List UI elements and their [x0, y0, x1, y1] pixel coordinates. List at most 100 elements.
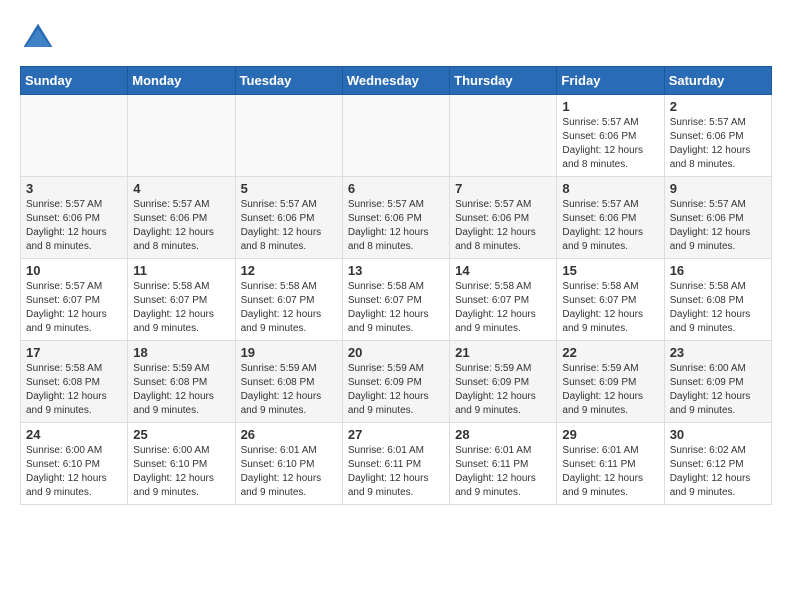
day-detail: Sunrise: 5:57 AM Sunset: 6:06 PM Dayligh…	[562, 116, 658, 172]
logo	[20, 20, 62, 56]
day-number: 29	[562, 427, 658, 442]
calendar: SundayMondayTuesdayWednesdayThursdayFrid…	[20, 66, 772, 505]
calendar-cell: 13 Sunrise: 5:58 AM Sunset: 6:07 PM Dayli…	[342, 259, 449, 341]
calendar-cell: 22 Sunrise: 5:59 AM Sunset: 6:09 PM Dayli…	[557, 341, 664, 423]
day-number: 7	[455, 181, 551, 196]
calendar-week-3: 10 Sunrise: 5:57 AM Sunset: 6:07 PM Dayli…	[21, 259, 772, 341]
calendar-cell: 24 Sunrise: 6:00 AM Sunset: 6:10 PM Dayli…	[21, 423, 128, 505]
day-detail: Sunrise: 5:59 AM Sunset: 6:09 PM Dayligh…	[348, 362, 444, 418]
day-number: 3	[26, 181, 122, 196]
calendar-cell: 3Sunrise: 5:57 AM Sunset: 6:06 PM Daylig…	[21, 177, 128, 259]
calendar-cell: 20Sunrise: 5:59 AM Sunset: 6:09 PM Dayli…	[342, 341, 449, 423]
day-detail: Sunrise: 5:57 AM Sunset: 6:07 PM Dayligh…	[26, 280, 122, 336]
day-header-wednesday: Wednesday	[342, 67, 449, 95]
day-header-tuesday: Tuesday	[235, 67, 342, 95]
day-detail: Sunrise: 6:00 AM Sunset: 6:10 PM Dayligh…	[26, 444, 122, 500]
day-number: 5	[241, 181, 337, 196]
calendar-cell: 8 Sunrise: 5:57 AM Sunset: 6:06 PM Daylig…	[557, 177, 664, 259]
day-detail: Sunrise: 6:01 AM Sunset: 6:10 PM Dayligh…	[241, 444, 337, 500]
day-number: 13	[348, 263, 444, 278]
day-number: 1	[562, 99, 658, 114]
day-number: 15	[562, 263, 658, 278]
calendar-header-row: SundayMondayTuesdayWednesdayThursdayFrid…	[21, 67, 772, 95]
calendar-week-5: 24 Sunrise: 6:00 AM Sunset: 6:10 PM Dayli…	[21, 423, 772, 505]
calendar-cell	[21, 95, 128, 177]
day-detail: Sunrise: 5:58 AM Sunset: 6:07 PM Dayligh…	[348, 280, 444, 336]
calendar-cell: 17Sunrise: 5:58 AM Sunset: 6:08 PM Dayli…	[21, 341, 128, 423]
day-detail: Sunrise: 5:58 AM Sunset: 6:07 PM Dayligh…	[455, 280, 551, 336]
day-number: 2	[670, 99, 766, 114]
day-number: 14	[455, 263, 551, 278]
calendar-cell: 6 Sunrise: 5:57 AM Sunset: 6:06 PM Daylig…	[342, 177, 449, 259]
calendar-cell: 21 Sunrise: 5:59 AM Sunset: 6:09 PM Dayli…	[450, 341, 557, 423]
day-number: 11	[133, 263, 229, 278]
day-number: 22	[562, 345, 658, 360]
calendar-cell: 18 Sunrise: 5:59 AM Sunset: 6:08 PM Dayli…	[128, 341, 235, 423]
calendar-cell: 11 Sunrise: 5:58 AM Sunset: 6:07 PM Dayli…	[128, 259, 235, 341]
calendar-cell	[342, 95, 449, 177]
day-detail: Sunrise: 5:57 AM Sunset: 6:06 PM Dayligh…	[348, 198, 444, 254]
day-number: 25	[133, 427, 229, 442]
day-number: 19	[241, 345, 337, 360]
day-detail: Sunrise: 6:00 AM Sunset: 6:10 PM Dayligh…	[133, 444, 229, 500]
calendar-cell: 1 Sunrise: 5:57 AM Sunset: 6:06 PM Daylig…	[557, 95, 664, 177]
calendar-cell: 12 Sunrise: 5:58 AM Sunset: 6:07 PM Dayli…	[235, 259, 342, 341]
day-detail: Sunrise: 5:58 AM Sunset: 6:07 PM Dayligh…	[562, 280, 658, 336]
day-header-sunday: Sunday	[21, 67, 128, 95]
calendar-cell: 4 Sunrise: 5:57 AM Sunset: 6:06 PM Daylig…	[128, 177, 235, 259]
day-number: 26	[241, 427, 337, 442]
day-header-saturday: Saturday	[664, 67, 771, 95]
day-number: 16	[670, 263, 766, 278]
calendar-week-4: 17Sunrise: 5:58 AM Sunset: 6:08 PM Dayli…	[21, 341, 772, 423]
day-detail: Sunrise: 5:57 AM Sunset: 6:06 PM Dayligh…	[562, 198, 658, 254]
calendar-cell: 14 Sunrise: 5:58 AM Sunset: 6:07 PM Dayli…	[450, 259, 557, 341]
day-number: 18	[133, 345, 229, 360]
day-number: 17	[26, 345, 122, 360]
day-detail: Sunrise: 5:58 AM Sunset: 6:07 PM Dayligh…	[133, 280, 229, 336]
day-detail: Sunrise: 6:02 AM Sunset: 6:12 PM Dayligh…	[670, 444, 766, 500]
day-header-monday: Monday	[128, 67, 235, 95]
day-detail: Sunrise: 5:58 AM Sunset: 6:07 PM Dayligh…	[241, 280, 337, 336]
day-number: 21	[455, 345, 551, 360]
calendar-cell: 10 Sunrise: 5:57 AM Sunset: 6:07 PM Dayli…	[21, 259, 128, 341]
day-detail: Sunrise: 5:59 AM Sunset: 6:09 PM Dayligh…	[562, 362, 658, 418]
calendar-cell: 29 Sunrise: 6:01 AM Sunset: 6:11 PM Dayli…	[557, 423, 664, 505]
calendar-cell: 7 Sunrise: 5:57 AM Sunset: 6:06 PM Daylig…	[450, 177, 557, 259]
calendar-cell: 28 Sunrise: 6:01 AM Sunset: 6:11 PM Dayli…	[450, 423, 557, 505]
calendar-cell: 9Sunrise: 5:57 AM Sunset: 6:06 PM Daylig…	[664, 177, 771, 259]
day-number: 23	[670, 345, 766, 360]
day-number: 27	[348, 427, 444, 442]
day-detail: Sunrise: 6:01 AM Sunset: 6:11 PM Dayligh…	[562, 444, 658, 500]
day-number: 30	[670, 427, 766, 442]
day-detail: Sunrise: 6:00 AM Sunset: 6:09 PM Dayligh…	[670, 362, 766, 418]
day-number: 12	[241, 263, 337, 278]
day-detail: Sunrise: 5:58 AM Sunset: 6:08 PM Dayligh…	[670, 280, 766, 336]
day-detail: Sunrise: 5:59 AM Sunset: 6:09 PM Dayligh…	[455, 362, 551, 418]
calendar-cell	[450, 95, 557, 177]
day-number: 6	[348, 181, 444, 196]
day-detail: Sunrise: 5:59 AM Sunset: 6:08 PM Dayligh…	[133, 362, 229, 418]
day-header-thursday: Thursday	[450, 67, 557, 95]
logo-icon	[20, 20, 56, 56]
day-detail: Sunrise: 6:01 AM Sunset: 6:11 PM Dayligh…	[348, 444, 444, 500]
calendar-cell	[128, 95, 235, 177]
calendar-cell: 26 Sunrise: 6:01 AM Sunset: 6:10 PM Dayli…	[235, 423, 342, 505]
day-detail: Sunrise: 5:57 AM Sunset: 6:06 PM Dayligh…	[670, 116, 766, 172]
day-number: 4	[133, 181, 229, 196]
day-detail: Sunrise: 5:59 AM Sunset: 6:08 PM Dayligh…	[241, 362, 337, 418]
calendar-cell: 23 Sunrise: 6:00 AM Sunset: 6:09 PM Dayli…	[664, 341, 771, 423]
calendar-cell: 5 Sunrise: 5:57 AM Sunset: 6:06 PM Daylig…	[235, 177, 342, 259]
day-detail: Sunrise: 5:57 AM Sunset: 6:06 PM Dayligh…	[133, 198, 229, 254]
day-number: 9	[670, 181, 766, 196]
calendar-cell	[235, 95, 342, 177]
day-detail: Sunrise: 5:57 AM Sunset: 6:06 PM Dayligh…	[241, 198, 337, 254]
day-number: 24	[26, 427, 122, 442]
day-header-friday: Friday	[557, 67, 664, 95]
day-detail: Sunrise: 6:01 AM Sunset: 6:11 PM Dayligh…	[455, 444, 551, 500]
day-number: 8	[562, 181, 658, 196]
calendar-cell: 2 Sunrise: 5:57 AM Sunset: 6:06 PM Daylig…	[664, 95, 771, 177]
day-number: 10	[26, 263, 122, 278]
day-number: 28	[455, 427, 551, 442]
day-detail: Sunrise: 5:57 AM Sunset: 6:06 PM Dayligh…	[455, 198, 551, 254]
calendar-cell: 25 Sunrise: 6:00 AM Sunset: 6:10 PM Dayli…	[128, 423, 235, 505]
